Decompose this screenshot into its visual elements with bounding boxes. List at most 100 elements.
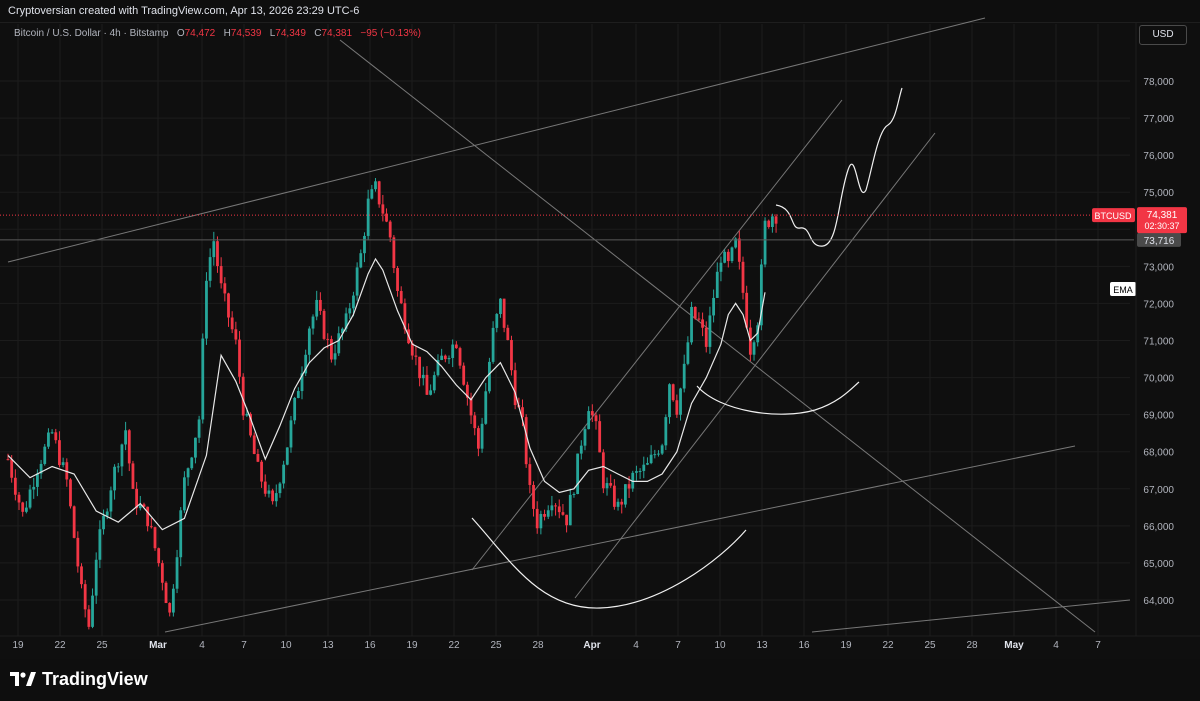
- price-axis-label: 69,000: [1143, 411, 1174, 422]
- candle: [737, 230, 741, 270]
- currency-button[interactable]: USD: [1139, 25, 1187, 45]
- candle-body: [260, 461, 263, 482]
- candle-body: [767, 220, 771, 227]
- time-axis-label: 19: [12, 640, 24, 651]
- candle-body: [726, 251, 730, 262]
- candle-body: [774, 216, 778, 224]
- candle: [135, 482, 139, 515]
- candle: [679, 387, 682, 421]
- candle-body: [723, 251, 727, 263]
- time-axis-label: 22: [882, 640, 894, 651]
- candle-body: [396, 268, 399, 292]
- candle-body: [168, 603, 172, 613]
- candle: [223, 277, 227, 302]
- candle-body: [113, 466, 116, 491]
- candle-body: [451, 344, 455, 358]
- price-chart[interactable]: 64,000 65,000 66,000 67,000 68,000 69,000 70,0…: [0, 0, 1200, 701]
- time-axis-label: 4: [1053, 640, 1059, 651]
- candle: [576, 453, 580, 495]
- candle-body: [238, 339, 241, 377]
- candle: [377, 180, 381, 208]
- candle: [668, 383, 671, 424]
- candle: [583, 426, 587, 451]
- high-value: 74,539: [230, 28, 262, 39]
- candle-body: [87, 609, 91, 627]
- candle-body: [146, 506, 150, 527]
- candle: [219, 257, 223, 289]
- candle: [274, 484, 278, 507]
- candle-body: [311, 316, 315, 329]
- high-label: H: [223, 28, 231, 39]
- candle-body: [212, 241, 216, 258]
- candle-body: [609, 483, 613, 486]
- trendline: [164, 445, 1076, 633]
- time-axis-label: 16: [364, 640, 376, 651]
- price-axis-label: 75,000: [1143, 188, 1174, 199]
- candle: [421, 366, 425, 386]
- candle-body: [307, 328, 311, 355]
- candle-body: [488, 361, 491, 392]
- candle-body: [646, 463, 649, 465]
- candle-body: [686, 342, 690, 364]
- candle-body: [635, 471, 638, 473]
- candle-body: [24, 507, 28, 512]
- tradingview-brand: TradingView: [42, 668, 148, 689]
- candle: [767, 219, 771, 229]
- candle-body: [565, 514, 568, 526]
- candle: [315, 290, 319, 321]
- candle: [91, 588, 94, 629]
- candle: [635, 465, 638, 481]
- candle: [197, 415, 201, 443]
- candle-body: [730, 247, 734, 262]
- candle-body: [109, 490, 113, 512]
- candle: [598, 414, 602, 453]
- candle-body: [535, 508, 539, 529]
- candle: [752, 340, 756, 361]
- bar-countdown: 02:30:37: [1144, 221, 1179, 231]
- candle: [175, 549, 179, 594]
- candle-body: [554, 505, 557, 507]
- candle: [160, 560, 164, 591]
- candle: [646, 457, 649, 466]
- candle: [565, 514, 568, 533]
- candle: [465, 381, 469, 406]
- candle: [664, 414, 668, 451]
- candle: [649, 445, 653, 465]
- grid: [0, 24, 1130, 636]
- time-axis-label: Mar: [149, 640, 167, 651]
- candle-body: [425, 374, 429, 395]
- candle: [484, 382, 488, 425]
- candle: [726, 249, 730, 268]
- candle-body: [550, 505, 554, 511]
- price-axis-label: 68,000: [1143, 448, 1174, 459]
- candle-body: [737, 238, 741, 262]
- candle-body: [443, 355, 447, 360]
- candle: [43, 443, 47, 466]
- time-axis-label: 25: [924, 640, 936, 651]
- candle-body: [454, 344, 458, 349]
- candle-body: [296, 391, 300, 398]
- candle: [98, 520, 102, 569]
- candle: [256, 449, 260, 463]
- candle: [278, 481, 282, 498]
- candle: [296, 387, 300, 399]
- candle-body: [105, 511, 109, 516]
- time-axis-label: 13: [322, 640, 334, 651]
- candle: [32, 477, 36, 499]
- time-axis-label: 16: [798, 640, 810, 651]
- candle-body: [697, 318, 701, 320]
- candle-body: [164, 582, 168, 604]
- tradingview-logo[interactable]: TradingView: [10, 669, 148, 689]
- candle: [734, 237, 738, 249]
- change-value: −95 (−0.13%): [360, 28, 422, 39]
- candle-body: [274, 493, 278, 502]
- candle: [590, 404, 594, 422]
- candle: [690, 301, 693, 345]
- candle-body: [539, 513, 543, 529]
- candle-body: [219, 266, 223, 284]
- candle: [693, 306, 697, 320]
- candle-body: [664, 417, 668, 446]
- current-price-value: 74,381: [1147, 210, 1178, 221]
- candle-body: [576, 453, 580, 495]
- candle: [396, 265, 399, 297]
